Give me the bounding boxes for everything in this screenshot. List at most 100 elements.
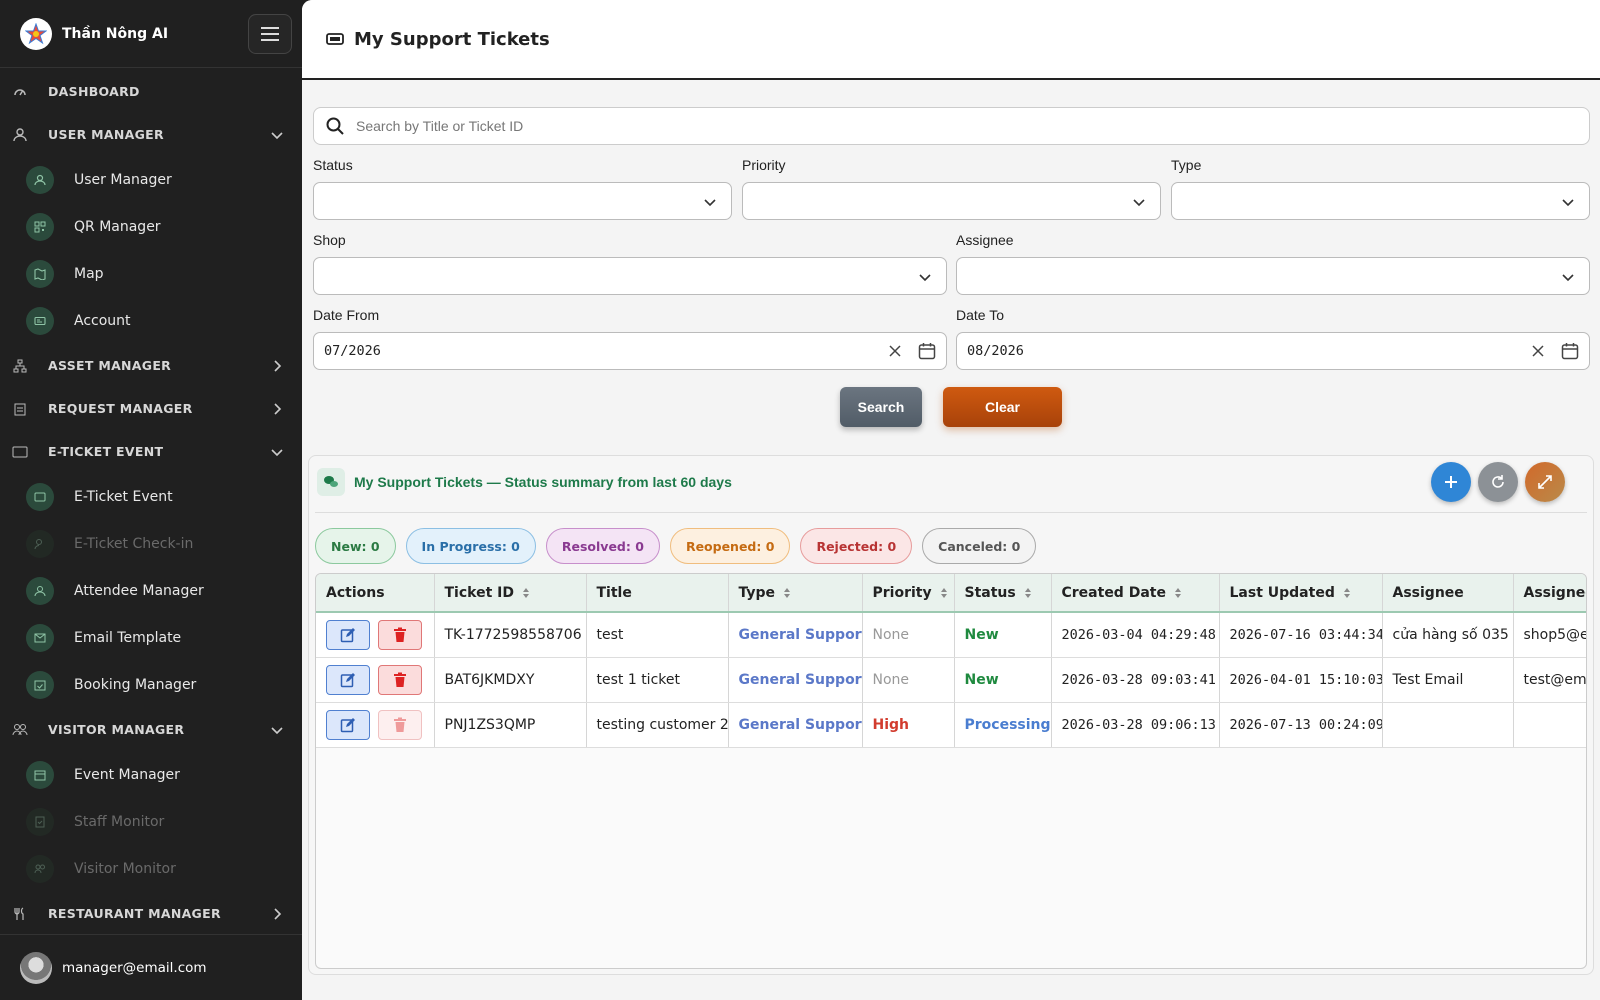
created-date-cell: 2026-03-28 09:03:41 xyxy=(1051,657,1220,703)
col-assignee-email: Assignee Email xyxy=(1513,574,1586,613)
sort-icon xyxy=(522,587,529,598)
col-title: Title xyxy=(586,574,729,613)
ticket-id-cell: PNJ1ZS3QMP xyxy=(434,702,587,748)
avatar xyxy=(20,951,52,984)
table-header-row: Actions Ticket ID Title Type Priority St… xyxy=(316,574,1586,613)
nav-section-visitor-manager[interactable]: VISITOR MANAGER xyxy=(0,708,302,751)
actions-cell xyxy=(316,612,435,658)
user-profile[interactable]: manager@email.com xyxy=(0,934,302,1000)
edit-button[interactable] xyxy=(326,709,370,740)
sidebar-item-map[interactable]: Map xyxy=(0,250,302,297)
col-priority[interactable]: Priority xyxy=(862,574,955,613)
badge-in-progress[interactable]: In Progress: 0 xyxy=(405,528,536,564)
created-date-cell: 2026-03-04 04:29:48 xyxy=(1051,612,1220,658)
clear-date-icon[interactable] xyxy=(1531,344,1545,358)
sidebar-item-qr-manager[interactable]: QR Manager xyxy=(0,203,302,250)
ticket-icon xyxy=(12,444,28,460)
sidebar-item-account[interactable]: Account xyxy=(0,297,302,344)
badge-new[interactable]: New: 0 xyxy=(315,528,396,564)
search-input[interactable] xyxy=(354,117,1589,135)
expand-button[interactable] xyxy=(1525,462,1565,502)
plus-icon xyxy=(1445,476,1457,488)
menu-toggle-icon[interactable] xyxy=(248,13,292,54)
assignee-select[interactable] xyxy=(956,257,1590,295)
sidebar-item-e-ticket-event[interactable]: E-Ticket Event xyxy=(0,473,302,520)
sidebar-item-attendee-manager[interactable]: Attendee Manager xyxy=(0,567,302,614)
add-ticket-button[interactable] xyxy=(1431,462,1471,502)
shop-label: Shop xyxy=(313,232,346,248)
main-content: My Support Tickets Status Priority Type … xyxy=(302,0,1600,1000)
edit-button[interactable] xyxy=(326,664,370,695)
nav-section-dashboard[interactable]: DASHBOARD xyxy=(0,70,302,113)
clear-button[interactable]: Clear xyxy=(943,387,1062,427)
chevron-down-icon xyxy=(1562,274,1574,282)
nav-section-e-ticket-event[interactable]: E-TICKET EVENT xyxy=(0,430,302,473)
shop-select[interactable] xyxy=(313,257,947,295)
delete-button[interactable] xyxy=(378,619,422,650)
comments-icon xyxy=(317,468,345,496)
refresh-button[interactable] xyxy=(1478,462,1518,502)
tickets-table-container[interactable]: Actions Ticket ID Title Type Priority St… xyxy=(315,573,1587,969)
date-to-picker[interactable]: 08/2026 xyxy=(956,332,1590,370)
page-header: My Support Tickets xyxy=(302,0,1600,80)
chevron-down-icon xyxy=(271,131,283,139)
users-cog-icon xyxy=(12,127,28,143)
type-label: Type xyxy=(1171,157,1202,173)
last-updated-cell: 2026-04-01 15:10:03 xyxy=(1219,657,1383,703)
sidebar-item-event-manager[interactable]: Event Manager xyxy=(0,751,302,798)
col-ticket-id[interactable]: Ticket ID xyxy=(434,574,587,613)
type-select[interactable] xyxy=(1171,182,1590,220)
edit-icon xyxy=(340,672,355,687)
sidebar-item-booking-manager[interactable]: Booking Manager xyxy=(0,661,302,708)
badge-rejected[interactable]: Rejected: 0 xyxy=(800,528,913,564)
badge-reopened[interactable]: Reopened: 0 xyxy=(669,528,791,564)
nav-section-user-manager[interactable]: USER MANAGER xyxy=(0,113,302,156)
sidebar: Thần Nông AI DASHBOARD USER MANAGER User… xyxy=(0,0,302,1000)
user-check-icon xyxy=(26,529,54,558)
sidebar-item-email-template[interactable]: Email Template xyxy=(0,614,302,661)
expand-icon xyxy=(1538,475,1552,489)
clear-date-icon[interactable] xyxy=(888,344,902,358)
calendar-icon[interactable] xyxy=(918,342,936,360)
edit-button[interactable] xyxy=(326,619,370,650)
ticket-icon xyxy=(326,33,344,45)
priority-cell: None xyxy=(862,612,955,658)
trash-icon xyxy=(394,672,406,687)
badge-canceled[interactable]: Canceled: 0 xyxy=(922,528,1037,564)
sort-icon xyxy=(784,587,791,598)
status-select[interactable] xyxy=(313,182,732,220)
col-last-updated[interactable]: Last Updated xyxy=(1219,574,1383,613)
utensils-icon xyxy=(12,906,28,922)
nav-section-request-manager[interactable]: REQUEST MANAGER xyxy=(0,387,302,430)
assignee-cell: cửa hàng số 035 xyxy=(1382,612,1514,658)
sidebar-item-user-manager[interactable]: User Manager xyxy=(0,156,302,203)
chevron-down-icon xyxy=(271,726,283,734)
type-cell: General Support xyxy=(728,657,863,703)
brand-logo[interactable] xyxy=(20,17,52,50)
date-from-picker[interactable]: 07/2026 xyxy=(313,332,947,370)
delete-button[interactable] xyxy=(378,664,422,695)
assignee-cell xyxy=(1382,702,1514,748)
col-type[interactable]: Type xyxy=(728,574,863,613)
nav-section-asset-manager[interactable]: ASSET MANAGER xyxy=(0,344,302,387)
sidebar-item-visitor-monitor[interactable]: Visitor Monitor xyxy=(0,845,302,892)
table-row: TK-1772598558706 test General Support No… xyxy=(316,612,1586,658)
assignee-email-cell: test@email.com xyxy=(1513,657,1586,703)
panel-title: My Support Tickets — Status summary from… xyxy=(354,474,732,490)
col-status[interactable]: Status xyxy=(954,574,1052,613)
badge-resolved[interactable]: Resolved: 0 xyxy=(545,528,660,564)
priority-select[interactable] xyxy=(742,182,1161,220)
date-from-value: 07/2026 xyxy=(324,343,381,359)
col-created-date[interactable]: Created Date xyxy=(1051,574,1220,613)
priority-label: Priority xyxy=(742,157,786,173)
search-field[interactable] xyxy=(313,107,1590,145)
sidebar-item-e-ticket-check-in[interactable]: E-Ticket Check-in xyxy=(0,520,302,567)
calendar-icon[interactable] xyxy=(1561,342,1579,360)
date-to-label: Date To xyxy=(956,307,1004,323)
assignee-cell: Test Email xyxy=(1382,657,1514,703)
sidebar-item-staff-monitor[interactable]: Staff Monitor xyxy=(0,798,302,845)
chevron-down-icon xyxy=(1562,199,1574,207)
trash-icon xyxy=(394,627,406,642)
nav-section-restaurant-manager[interactable]: RESTAURANT MANAGER xyxy=(0,892,302,935)
search-button[interactable]: Search xyxy=(840,387,922,427)
